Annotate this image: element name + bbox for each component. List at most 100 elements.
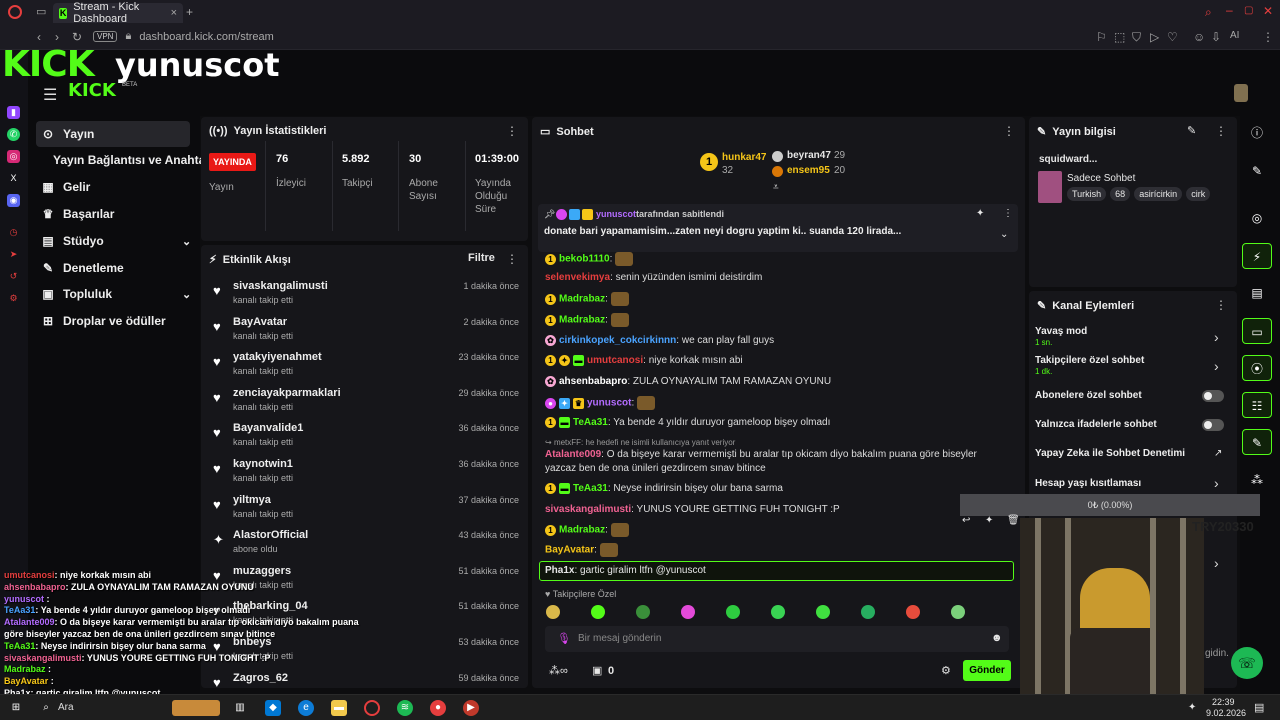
close-tab-icon[interactable]: × [171,7,177,19]
windows-icon[interactable]: ⊞ [8,700,24,716]
activity-item[interactable]: ✦ AlastorOfficial abone oldu 43 dakika önce [211,528,519,562]
vpn-badge[interactable]: VPN [93,31,118,42]
chat-user[interactable]: Madrabaz [559,294,605,305]
pinned-message[interactable]: 📌︎ yunuscot tarafından sabitlendi ✦ ⋮ do… [538,204,1018,252]
chat-input[interactable]: 🎙︎ Bir mesaj gönderin ☻ [545,626,1009,652]
forward-icon[interactable]: › [55,30,59,44]
chat-message[interactable]: 1 ✦ ▬ umutcanosi: niye korkak mısın abi [545,354,1010,368]
news-widget[interactable] [172,700,220,716]
edit-icon[interactable]: ✎ [1242,158,1272,184]
reload-icon[interactable]: ↻ [72,30,82,44]
chat-message[interactable]: 1 Madrabaz: [545,523,1010,538]
tag[interactable]: Turkish [1067,187,1107,201]
info-icon[interactable]: ⓘ [1242,120,1272,146]
media-icon[interactable]: ▶ [463,700,479,716]
snapshot-icon[interactable]: ⬚ [1114,30,1125,44]
chat-message[interactable]: sivaskangalimusti: YUNUS YOURE GETTING F… [545,503,1010,517]
chat-icon[interactable]: ▭ [1242,318,1272,344]
flow-icon[interactable]: ➤ [7,248,20,261]
reply-icon[interactable]: ↩ [962,515,970,526]
nav-item-denetleme[interactable]: ✎ Denetleme [36,255,218,281]
chat-user[interactable]: Atalante009 [545,449,601,460]
chat-user[interactable]: Madrabaz [559,525,605,536]
nav-item-droplar[interactable]: ⊞ Droplar ve ödüller [36,308,218,334]
chat-message[interactable]: 1 ▬ TeAa31: Ya bende 4 yıldır duruyor game… [545,416,1010,430]
more-icon[interactable]: ⋮ [1003,124,1015,138]
nav-item-topluluk[interactable]: ▣ Topluluk ⌄ [36,281,218,307]
chevron-down-icon[interactable]: ⩡ [773,182,779,193]
opera-icon[interactable] [364,700,380,716]
chat-user[interactable]: BayAvatar [545,545,594,556]
more-icon[interactable]: ⋮ [506,252,518,266]
app-icon[interactable]: ◆ [265,700,281,716]
tag[interactable]: cirk [1186,187,1211,201]
chat-message[interactable]: 1 Madrabaz: [545,313,1010,328]
menu-icon[interactable]: ⋮ [1262,30,1274,44]
activity-item[interactable]: ♥ muzaggers kanalı takip etti 51 dakika önc… [211,564,519,598]
more-icon[interactable]: ⋮ [1215,298,1227,312]
stats-icon[interactable]: ☷ [1242,392,1272,418]
emote-icon[interactable] [636,605,650,619]
back-icon[interactable]: ‹ [37,30,41,44]
emote-icon[interactable] [591,605,605,619]
hamburger-icon[interactable]: ☰ [43,85,57,105]
chat-message[interactable]: selenvekimya: senin yüzünden ismimi deis… [545,271,1010,285]
emote-icon[interactable] [546,605,560,619]
whatsapp-icon[interactable]: ✆ [7,128,20,141]
play-icon[interactable]: ▷ [1150,30,1159,44]
activity-item[interactable]: ♥ kaynotwin1 kanalı takip etti 36 dakika ön… [211,457,519,491]
chat-user[interactable]: selenvekimya [545,272,610,283]
chat-user[interactable]: yunuscot [587,398,631,409]
activity-item[interactable]: ♥ sivaskangalimusti kanalı takip etti 1 dak… [211,279,519,313]
shield-icon[interactable]: ⛉ [1132,30,1141,45]
wrench-icon[interactable]: ✎ [1242,429,1272,455]
activity-item[interactable]: ♥ zenciayakparmaklari kanalı takip etti 29 … [211,386,519,420]
emote-icon[interactable] [681,605,695,619]
unpin-icon[interactable]: ✦ [976,208,984,219]
chat-user[interactable]: cirkinkopek_cokcirkinnn [559,335,676,346]
chat-message[interactable]: Atalante009: O da bişeye karar vermemişt… [545,448,1010,476]
chat-user[interactable]: TeAa31 [573,417,608,428]
chat-message[interactable]: 1 ▬ TeAa31: Neyse indirirsin bişey olur ba… [545,482,1010,496]
tag[interactable]: asirícirkin [1134,187,1183,201]
chat-message[interactable]: 1 bekob1110: [545,252,1010,267]
pen-icon[interactable]: ✦ [1188,702,1196,713]
nav-item-basarilar[interactable]: ♛ Başarılar [36,201,218,227]
x-icon[interactable]: X [7,172,20,185]
mic-icon[interactable]: 🎙︎ [557,632,571,645]
action-ai-moderation[interactable]: Yapay Zeka ile Sohbet Denetimi [1035,448,1185,459]
discord-icon[interactable]: ◉ [7,194,20,207]
folder-icon[interactable]: ▬ [331,700,347,716]
chat-message[interactable]: 1 Madrabaz: [545,292,1010,307]
camera-icon[interactable]: ◎ [1242,205,1272,231]
signal-icon[interactable]: ⦿ [1242,355,1272,381]
bolt-icon[interactable]: ⚡︎ [1242,243,1272,269]
notification-icon[interactable]: ▤ [1254,701,1264,714]
points-icon[interactable]: ⁂ [1242,467,1272,493]
settings-icon[interactable]: ⚙ [7,292,20,305]
category-name[interactable]: Sadece Sohbet [1067,173,1135,184]
ai-button[interactable]: AI [1230,30,1239,41]
trash-icon[interactable]: 🗑︎ [1007,515,1020,526]
chat-user[interactable]: ahsenbabapro [559,376,627,387]
bookmark-icon[interactable]: ⚐ [1096,30,1107,44]
emote-icon[interactable] [726,605,740,619]
kick-logo[interactable]: KICK [68,80,116,101]
app-icon[interactable]: ● [430,700,446,716]
activity-item[interactable]: ♥ Bayanvalide1 kanalı takip etti 36 dakika … [211,421,519,455]
note-icon[interactable]: ▤ [1242,280,1272,306]
tab-kick-dashboard[interactable]: K Stream - Kick Dashboard × [53,1,183,25]
activity-item[interactable]: ♥ Zagros_62 59 dakika önce [211,671,519,688]
tag[interactable]: 68 [1110,187,1131,201]
external-link-icon[interactable]: ↗ [1214,448,1222,459]
chevron-right-icon[interactable]: › [1214,358,1219,374]
opera-icon[interactable] [8,5,22,19]
chat-user[interactable]: sivaskangalimusti [545,504,631,515]
chevron-right-icon[interactable]: › [1214,329,1219,345]
emote-only-toggle[interactable] [1202,419,1224,431]
activity-item[interactable]: ♥ yiltmya kanalı takip etti 37 dakika önce [211,493,519,527]
avatar[interactable] [1234,84,1248,102]
support-icon[interactable]: ☏ [1231,647,1263,679]
send-button[interactable]: Gönder [963,660,1011,681]
emote-icon[interactable] [816,605,830,619]
